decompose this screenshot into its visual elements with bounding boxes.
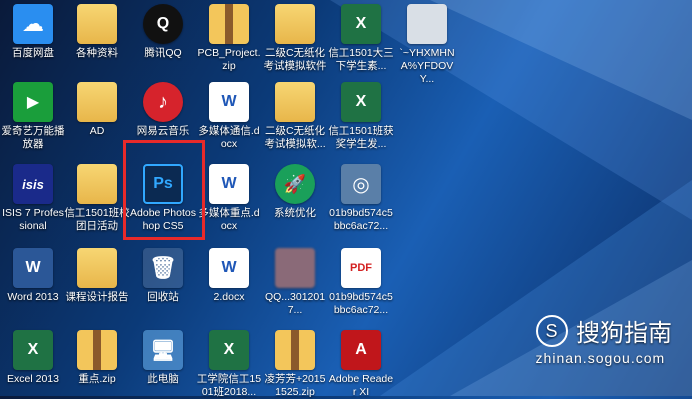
folder-icon bbox=[77, 164, 117, 204]
desktop-icon-label: Word 2013 bbox=[7, 291, 59, 303]
desktop-icon-label: 信工1501大三下学生素... bbox=[328, 47, 394, 72]
desktop-icon-file[interactable]: ◎ 01b9bd574c5bbc6ac72... bbox=[328, 164, 394, 233]
desktop-icon-folder[interactable]: 二级C无纸化考试模拟软... bbox=[262, 82, 328, 151]
compass-icon: ◎ bbox=[341, 164, 381, 204]
desktop-icon-label: 多媒体通信.docx bbox=[198, 125, 260, 150]
desktop-icon-label: 此电脑 bbox=[147, 373, 179, 385]
isis-icon: isis bbox=[13, 164, 53, 204]
zip-archive-icon bbox=[77, 330, 117, 370]
desktop-icon-label: 01b9bd574c5bbc6ac72... bbox=[329, 291, 393, 316]
desktop-icon-label: 二级C无纸化考试模拟软... bbox=[264, 125, 326, 150]
desktop-icon-image-file[interactable]: `~YHXMHNA%YFDOVY... bbox=[394, 4, 460, 86]
desktop-icon-qq[interactable]: Q 腾讯QQ bbox=[130, 4, 196, 60]
desktop-icon-excel-file[interactable]: X 信工1501班获奖学生发... bbox=[328, 82, 394, 151]
desktop-icon-netease-music[interactable]: ♪ 网易云音乐 bbox=[130, 82, 196, 138]
desktop-icon-zip[interactable]: 凌芳芳+20151525.zip bbox=[262, 330, 328, 399]
desktop-icon-label: AD bbox=[89, 125, 105, 137]
desktop-icon-iqiyi[interactable]: ▶ 爱奇艺万能播放器 bbox=[0, 82, 66, 151]
folder-icon bbox=[275, 4, 315, 44]
highlight-box bbox=[123, 140, 205, 240]
zip-archive-icon bbox=[275, 330, 315, 370]
desktop-icon-label: 信工1501班获奖学生发... bbox=[328, 125, 394, 150]
excel-icon: X bbox=[341, 4, 381, 44]
desktop-icon-folder[interactable]: 各种资料 bbox=[64, 4, 130, 60]
penguin-icon: Q bbox=[143, 4, 183, 44]
desktop-icon-label: 2.docx bbox=[213, 291, 245, 303]
desktop-icon-system-optimize[interactable]: 🚀 系统优化 bbox=[262, 164, 328, 220]
word-icon: W bbox=[209, 82, 249, 122]
pdf-icon: PDF bbox=[341, 248, 381, 288]
desktop-icon-label: 课程设计报告 bbox=[65, 291, 129, 303]
desktop-icon-excel-file[interactable]: X 工学院信工1501班2018... bbox=[196, 330, 262, 399]
desktop-icon-label: 二级C无纸化考试模拟软件 bbox=[263, 47, 327, 72]
desktop-icon-word-file[interactable]: W 2.docx bbox=[196, 248, 262, 304]
computer-icon: 🖥 bbox=[143, 330, 183, 370]
desktop-icon-baidu-netdisk[interactable]: ☁ 百度网盘 bbox=[0, 4, 66, 60]
word-icon: W bbox=[209, 164, 249, 204]
desktop-icon-label: Adobe Reader XI bbox=[328, 373, 394, 398]
desktop-icon-label: 多媒体重点.docx bbox=[198, 207, 260, 232]
folder-icon bbox=[77, 248, 117, 288]
desktop-icon-label: 重点.zip bbox=[78, 373, 116, 385]
desktop-icon-blurred-file[interactable]: QQ...3012017... bbox=[262, 248, 328, 317]
desktop-icon-recycle-bin[interactable]: 🗑 回收站 bbox=[130, 248, 196, 304]
desktop-icon-folder[interactable]: AD bbox=[64, 82, 130, 138]
desktop-icon-label: ISIS 7 Professional bbox=[2, 207, 64, 232]
word-icon: W bbox=[209, 248, 249, 288]
watermark-title: 搜狗指南 bbox=[576, 319, 672, 347]
desktop-icon-excel-file[interactable]: X 信工1501大三下学生素... bbox=[328, 4, 394, 73]
desktop-icon-word-2013[interactable]: W Word 2013 bbox=[0, 248, 66, 304]
excel-icon: X bbox=[13, 330, 53, 370]
desktop-icon-label: `~YHXMHNA%YFDOVY... bbox=[399, 47, 455, 85]
desktop-icon-label: 信工1501班校团日活动 bbox=[64, 207, 130, 232]
desktop-icon-this-pc[interactable]: 🖥 此电脑 bbox=[130, 330, 196, 386]
cloud-icon: ☁ bbox=[13, 4, 53, 44]
excel-icon: X bbox=[341, 82, 381, 122]
sogou-logo-icon: S bbox=[535, 314, 568, 347]
watermark-url: zhinan.sogou.com bbox=[535, 350, 666, 366]
desktop-icon-label: QQ...3012017... bbox=[264, 291, 326, 316]
image-file-icon bbox=[407, 4, 447, 44]
desktop-icon-label: PCB_Project.zip bbox=[197, 47, 261, 72]
sogou-watermark: S 搜狗指南 zhinan.sogou.com bbox=[535, 313, 672, 366]
desktop-icon-word-file[interactable]: W 多媒体通信.docx bbox=[196, 82, 262, 151]
desktop-icon-label: 网易云音乐 bbox=[136, 125, 190, 137]
desktop-icon-label: 回收站 bbox=[147, 291, 179, 303]
desktop-icon-adobe-reader[interactable]: A Adobe Reader XI bbox=[328, 330, 394, 399]
folder-icon bbox=[275, 82, 315, 122]
desktop-icon-label: 爱奇艺万能播放器 bbox=[1, 125, 65, 150]
desktop-icon-label: 系统优化 bbox=[274, 207, 316, 219]
desktop-icon-folder[interactable]: 课程设计报告 bbox=[64, 248, 130, 304]
blurred-icon bbox=[275, 248, 315, 288]
desktop-icon-isis[interactable]: isis ISIS 7 Professional bbox=[0, 164, 66, 233]
word-icon: W bbox=[13, 248, 53, 288]
desktop-icon-label: 各种资料 bbox=[76, 47, 118, 59]
desktop-icon-label: 工学院信工1501班2018... bbox=[196, 373, 262, 398]
desktop-icon-zip[interactable]: PCB_Project.zip bbox=[196, 4, 262, 73]
video-player-icon: ▶ bbox=[13, 82, 53, 122]
zip-archive-icon bbox=[209, 4, 249, 44]
desktop-icon-excel-2013[interactable]: X Excel 2013 bbox=[0, 330, 66, 386]
desktop-icon-word-file[interactable]: W 多媒体重点.docx bbox=[196, 164, 262, 233]
desktop-icon-folder[interactable]: 二级C无纸化考试模拟软件 bbox=[262, 4, 328, 73]
desktop-icon-zip[interactable]: 重点.zip bbox=[64, 330, 130, 386]
folder-icon bbox=[77, 82, 117, 122]
recycle-bin-icon: 🗑 bbox=[143, 248, 183, 288]
desktop-icon-pdf-file[interactable]: PDF 01b9bd574c5bbc6ac72... bbox=[328, 248, 394, 317]
desktop-icon-folder[interactable]: 信工1501班校团日活动 bbox=[64, 164, 130, 233]
excel-icon: X bbox=[209, 330, 249, 370]
desktop-icon-label: 腾讯QQ bbox=[144, 47, 182, 59]
desktop-icon-label: 01b9bd574c5bbc6ac72... bbox=[329, 207, 393, 232]
adobe-reader-icon: A bbox=[341, 330, 381, 370]
folder-icon bbox=[77, 4, 117, 44]
music-icon: ♪ bbox=[143, 82, 183, 122]
rocket-icon: 🚀 bbox=[275, 164, 315, 204]
desktop-icon-label: Excel 2013 bbox=[7, 373, 59, 385]
desktop-icon-label: 凌芳芳+20151525.zip bbox=[264, 373, 326, 398]
desktop-icon-label: 百度网盘 bbox=[12, 47, 54, 59]
